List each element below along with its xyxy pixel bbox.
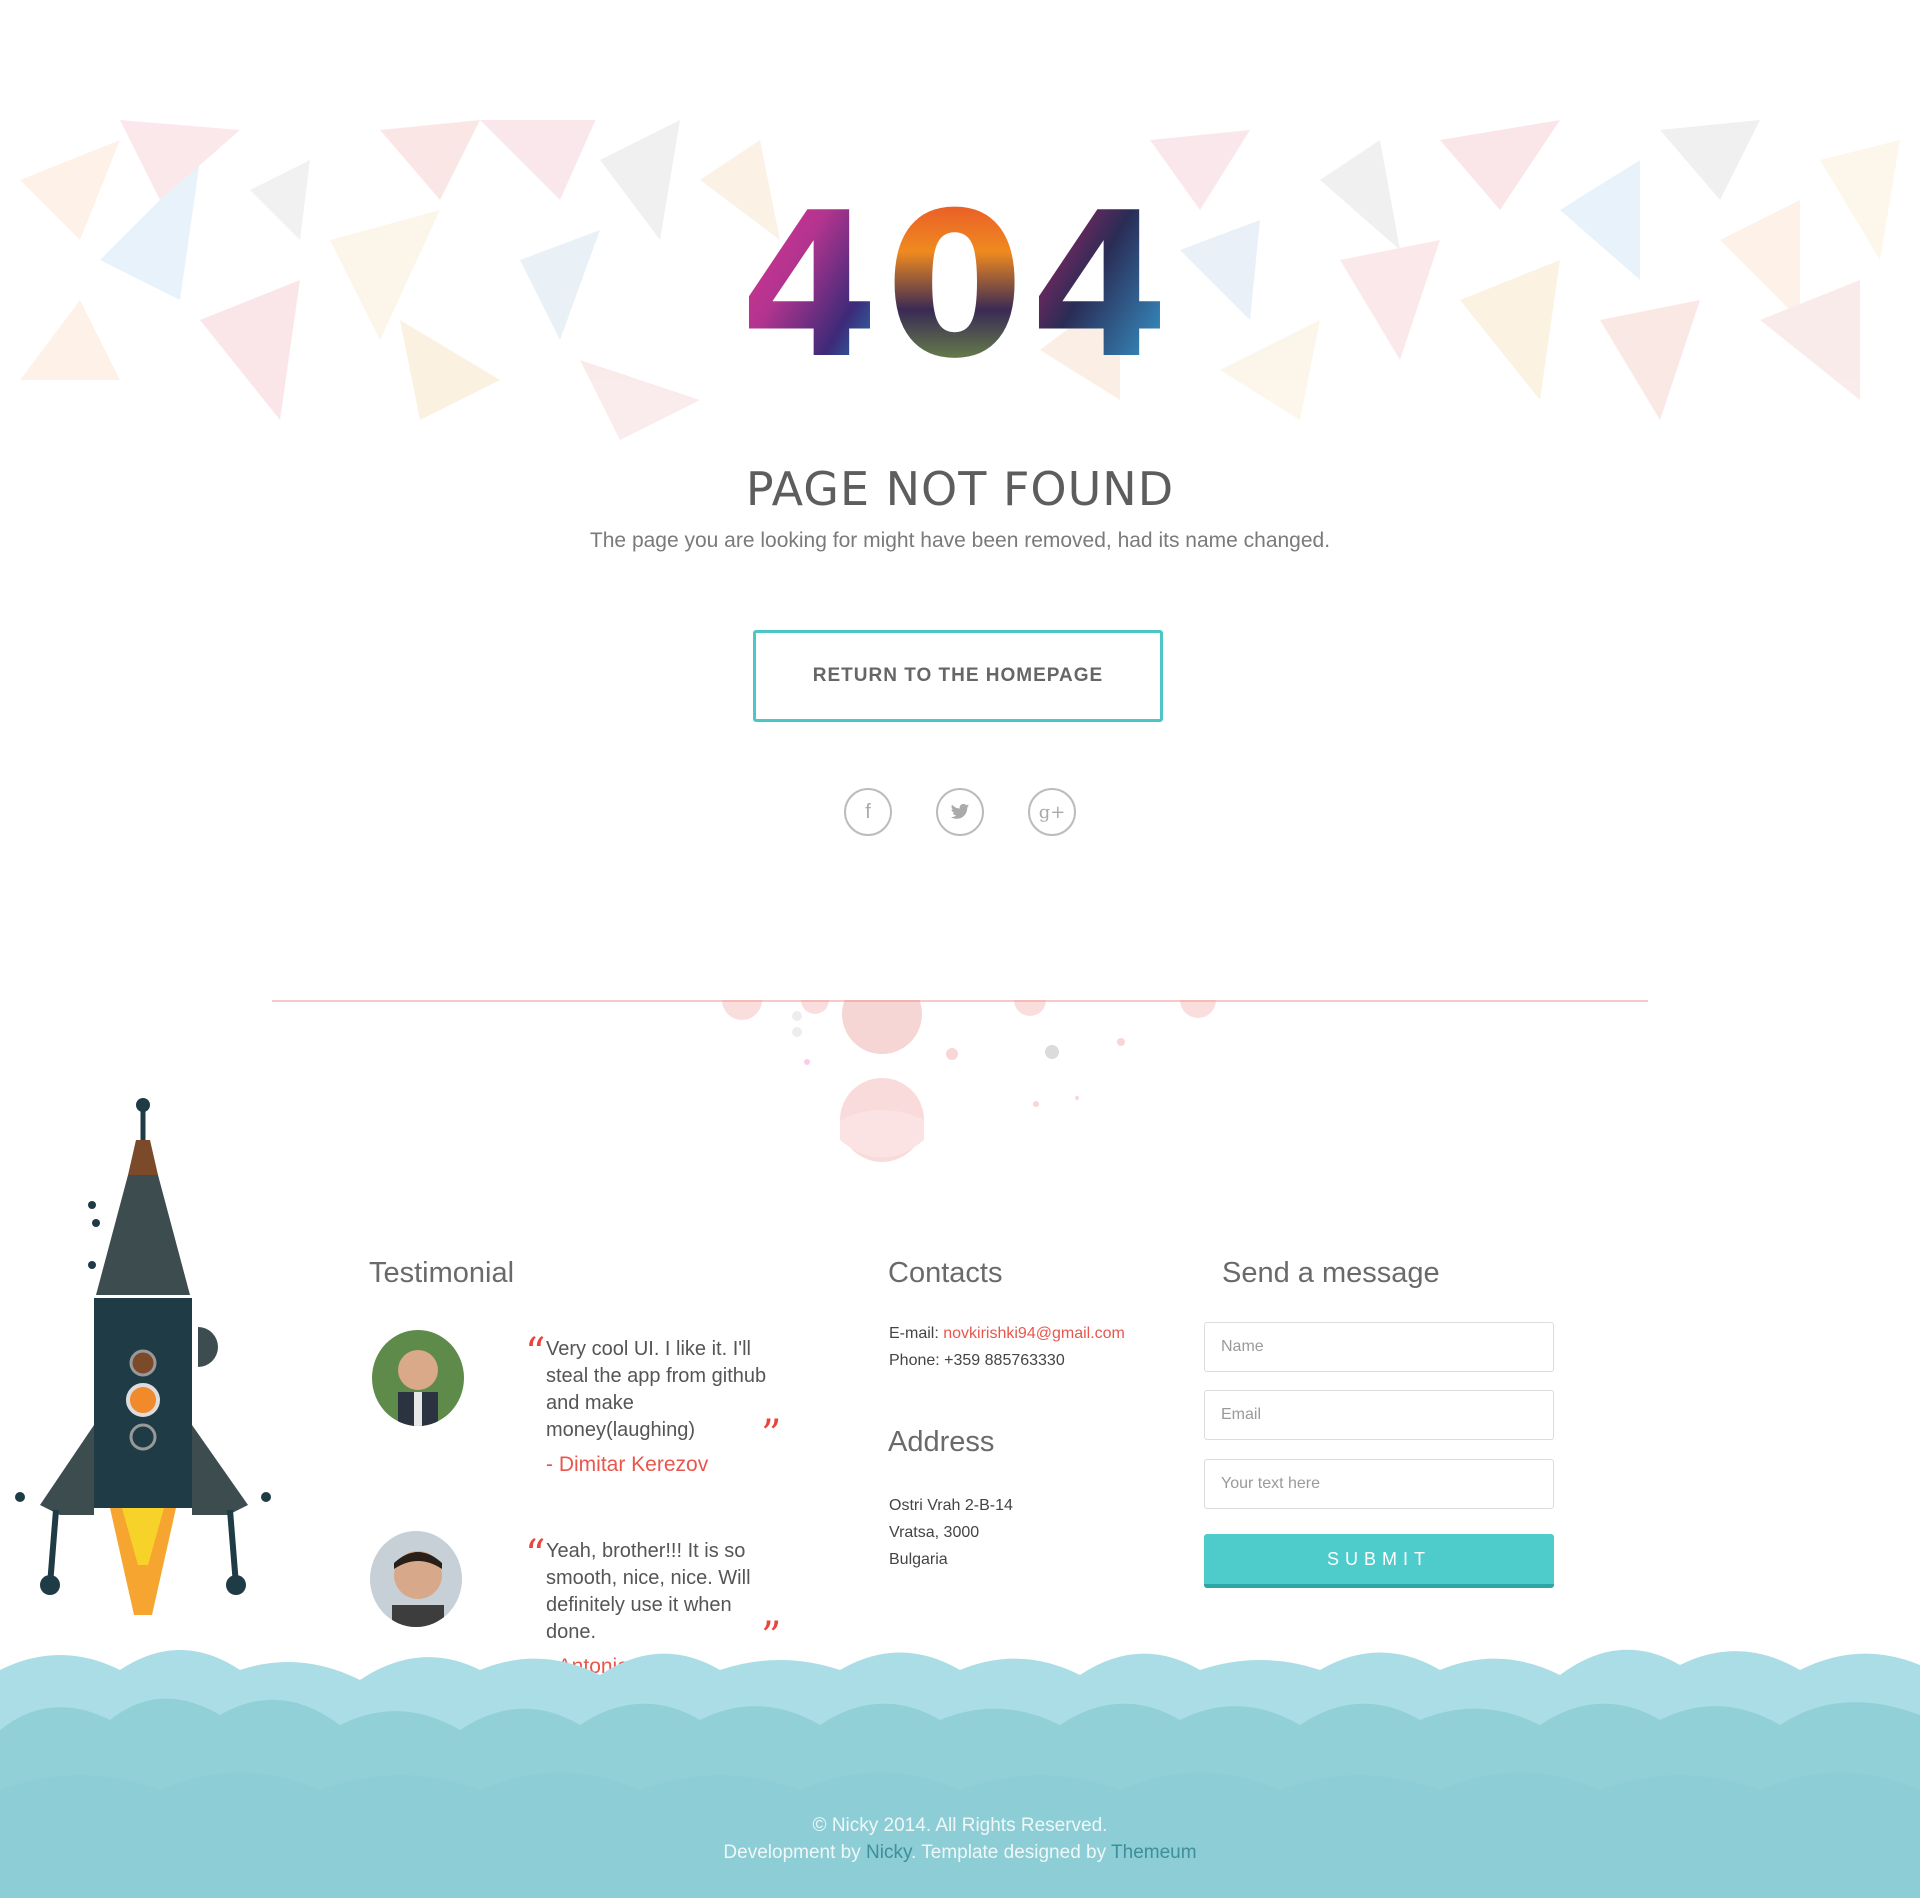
testimonial-text: Very cool UI. I like it. I'll steal the …: [546, 1338, 767, 1441]
testimonial-author: - Dimitar Kerezov: [546, 1453, 709, 1476]
quote-open-icon: “: [525, 1532, 546, 1578]
balloons-decoration: [722, 1000, 1216, 1162]
email-input[interactable]: [1204, 1390, 1554, 1440]
svg-text:0: 0: [885, 180, 1024, 380]
nicky-link[interactable]: Nicky: [866, 1842, 911, 1863]
page-title: PAGE NOT FOUND: [745, 462, 1175, 516]
google-plus-icon: g+: [1038, 801, 1066, 823]
address-line: Bulgaria: [889, 1551, 948, 1568]
svg-text:4: 4: [740, 180, 879, 380]
facebook-button[interactable]: f: [844, 788, 892, 836]
testimonial-text: Yeah, brother!!! It is so smooth, nice, …: [546, 1540, 751, 1643]
contact-email: E-mail: novkirishki94@gmail.com: [889, 1325, 1125, 1343]
address-line: Vratsa, 3000: [889, 1524, 980, 1541]
email-label: E-mail:: [889, 1325, 944, 1342]
facebook-icon: f: [865, 800, 871, 823]
twitter-icon: [950, 803, 970, 819]
rocket-illustration: [15, 1098, 271, 1615]
credits-dev-prefix: Development by: [723, 1842, 866, 1863]
quote-open-icon: “: [525, 1330, 546, 1376]
avatar: [372, 1330, 464, 1426]
name-input[interactable]: [1204, 1322, 1554, 1372]
address-heading: Address: [888, 1426, 995, 1458]
email-link[interactable]: novkirishki94@gmail.com: [943, 1325, 1125, 1342]
google-plus-button[interactable]: g+: [1028, 788, 1076, 836]
error-code-graphic: 4 0 4: [740, 180, 1169, 380]
page-subtitle: The page you are looking for might have …: [589, 529, 1331, 552]
address-line: Ostri Vrah 2-B-14: [889, 1497, 1013, 1514]
credits-text: Development by Nicky. Template designed …: [0, 1842, 1920, 1864]
submit-button[interactable]: SUBMIT: [1204, 1534, 1554, 1588]
svg-text:4: 4: [1030, 180, 1169, 380]
avatar: [370, 1531, 462, 1627]
contact-phone: Phone: +359 885763330: [889, 1352, 1065, 1369]
themeum-link[interactable]: Themeum: [1111, 1842, 1197, 1863]
message-heading: Send a message: [1222, 1257, 1440, 1289]
message-input[interactable]: [1204, 1459, 1554, 1509]
credits-designed-prefix: . Template designed by: [911, 1842, 1112, 1863]
quote-close-icon: ”: [761, 1412, 782, 1458]
copyright-text: © Nicky 2014. All Rights Reserved.: [812, 1815, 1108, 1836]
contacts-heading: Contacts: [888, 1257, 1003, 1289]
testimonial-heading: Testimonial: [369, 1257, 515, 1289]
twitter-button[interactable]: [936, 788, 984, 836]
return-home-button[interactable]: RETURN TO THE HOMEPAGE: [753, 630, 1163, 722]
